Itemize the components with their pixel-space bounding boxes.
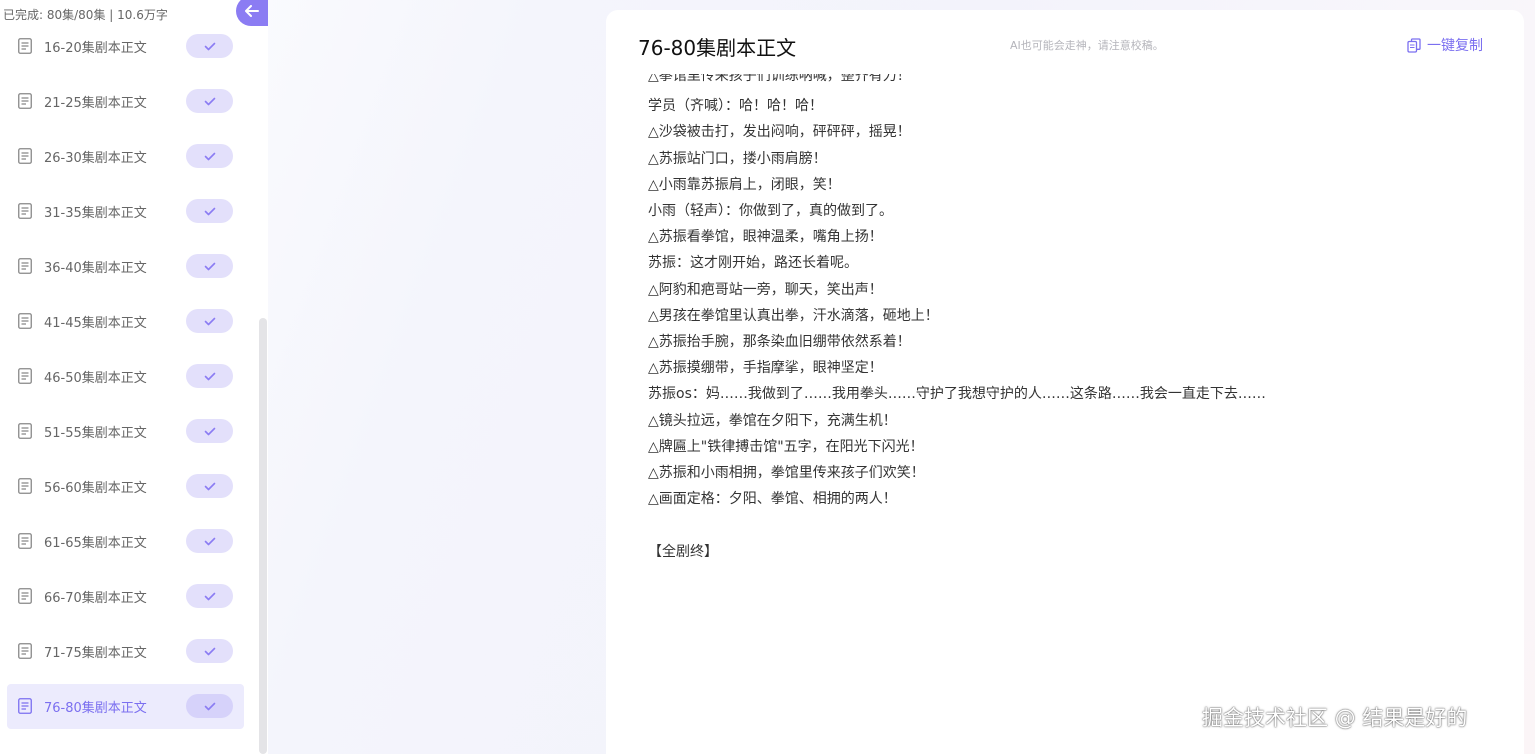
sidebar-item-label: 51-55集剧本正文 [44,426,147,441]
page-title: 76-80集剧本正文 [638,36,797,60]
check-icon [186,254,233,278]
script-line: △镜头拉远，拳馆在夕阳下，充满生机！ [648,412,897,429]
collapse-sidebar-button[interactable] [236,0,268,26]
sidebar-item-episode[interactable]: 56-60集剧本正文 [7,464,244,509]
sidebar-item-episode[interactable]: 21-25集剧本正文 [7,79,244,124]
copy-icon [1407,37,1421,53]
script-line: △苏振和小雨相拥，拳馆里传来孩子们欢笑！ [648,465,925,481]
document-icon [18,478,32,494]
copy-all-label: 一键复制 [1427,38,1483,54]
sidebar-item-label: 61-65集剧本正文 [44,536,147,551]
script-line: 苏振os：妈……我做到了……我用拳头……守护了我想守护的人……这条路……我会一直… [648,386,1266,403]
script-text: △拳馆里传来孩子们训练呐喊，整齐有力！ 学员（齐喊）：哈！哈！哈！ △沙袋被击打，发… [648,68,1508,688]
sidebar-item-episode[interactable]: 26-30集剧本正文 [7,134,244,179]
sidebar-item-label: 76-80集剧本正文 [44,701,147,716]
sidebar-item-label: 21-25集剧本正文 [44,96,147,111]
document-icon [18,93,32,109]
sidebar-item-episode[interactable]: 66-70集剧本正文 [7,574,244,619]
check-icon [186,144,233,168]
sidebar-item-episode[interactable]: 16-20集剧本正文 [7,24,244,69]
check-icon [186,529,233,553]
check-icon [186,419,233,443]
document-icon [18,258,32,274]
document-icon [18,698,32,714]
progress-summary: 已完成: 80集/80集 | 10.6万字 [3,8,168,22]
script-end-marker: 【全剧终】 [648,543,718,560]
sidebar-item-episode[interactable]: 41-45集剧本正文 [7,299,244,344]
script-line: △小雨靠苏振肩上，闭眼，笑！ [648,176,841,193]
script-line: 小雨（轻声）：你做到了，真的做到了。 [648,203,893,219]
sidebar-item-episode[interactable]: 46-50集剧本正文 [7,354,244,399]
sidebar-item-episode[interactable]: 71-75集剧本正文 [7,629,244,674]
copy-all-button[interactable]: 一键复制 [1407,35,1483,55]
document-icon [18,313,32,329]
check-icon [186,89,233,113]
document-icon [18,148,32,164]
arrow-left-icon [245,5,259,17]
script-content-card: 76-80集剧本正文 AI也可能会走神，请注意校稿。 一键复制 △拳馆里传来孩子… [606,10,1524,754]
script-line: △画面定格：夕阳、拳馆、相拥的两人！ [648,491,897,508]
sidebar-item-episode[interactable]: 31-35集剧本正文 [7,189,244,234]
document-icon [18,643,32,659]
check-icon [186,584,233,608]
sidebar-item-episode[interactable]: 76-80集剧本正文 [7,684,244,729]
document-icon [18,38,32,54]
check-icon [186,364,233,388]
script-line: △苏振抬手腕，那条染血旧绷带依然系着！ [648,334,911,350]
script-line: △拳馆里传来孩子们训练呐喊，整齐有力！ [648,68,911,84]
episode-sidebar: 已完成: 80集/80集 | 10.6万字 16-20集剧本正文 21-25集剧本… [0,0,268,754]
script-line: △阿豹和疤哥站一旁，聊天，笑出声！ [648,281,883,298]
script-line: △苏振站门口，搂小雨肩膀！ [648,150,827,167]
sidebar-item-label: 26-30集剧本正文 [44,151,147,166]
sidebar-item-label: 31-35集剧本正文 [44,206,147,221]
check-icon [186,34,233,58]
check-icon [186,199,233,223]
sidebar-item-label: 16-20集剧本正文 [44,41,147,56]
sidebar-item-episode[interactable]: 51-55集剧本正文 [7,409,244,454]
check-icon [186,694,233,718]
document-icon [18,368,32,384]
check-icon [186,309,233,333]
document-icon [18,203,32,219]
script-line: △苏振摸绷带，手指摩挲，眼神坚定！ [648,360,883,377]
script-line: 学员（齐喊）：哈！哈！哈！ [648,98,823,115]
check-icon [186,639,233,663]
sidebar-scrollbar[interactable] [259,318,267,754]
script-line: △苏振看拳馆，眼神温柔，嘴角上扬！ [648,229,883,246]
sidebar-item-label: 66-70集剧本正文 [44,591,147,606]
sidebar-item-label: 41-45集剧本正文 [44,316,147,331]
script-line: △牌匾上"铁律搏击馆"五字，在阳光下闪光！ [648,438,924,455]
script-line: △男孩在拳馆里认真出拳，汗水滴落，砸地上！ [648,307,939,324]
watermark: 掘金技术社区 @ 结果是好的 [1202,706,1468,730]
script-line: △沙袋被击打，发出闷响，砰砰砰，摇晃！ [648,124,911,141]
sidebar-item-episode[interactable]: 61-65集剧本正文 [7,519,244,564]
document-icon [18,588,32,604]
document-icon [18,423,32,439]
script-line: 苏振：这才刚开始，路还长着呢。 [648,255,858,272]
check-icon [186,474,233,498]
sidebar-item-label: 56-60集剧本正文 [44,481,147,496]
ai-disclaimer: AI也可能会走神，请注意校稿。 [1010,39,1164,52]
sidebar-item-label: 46-50集剧本正文 [44,371,147,386]
document-icon [18,533,32,549]
sidebar-item-label: 36-40集剧本正文 [44,261,147,276]
sidebar-item-episode[interactable]: 36-40集剧本正文 [7,244,244,289]
sidebar-item-label: 71-75集剧本正文 [44,646,147,661]
